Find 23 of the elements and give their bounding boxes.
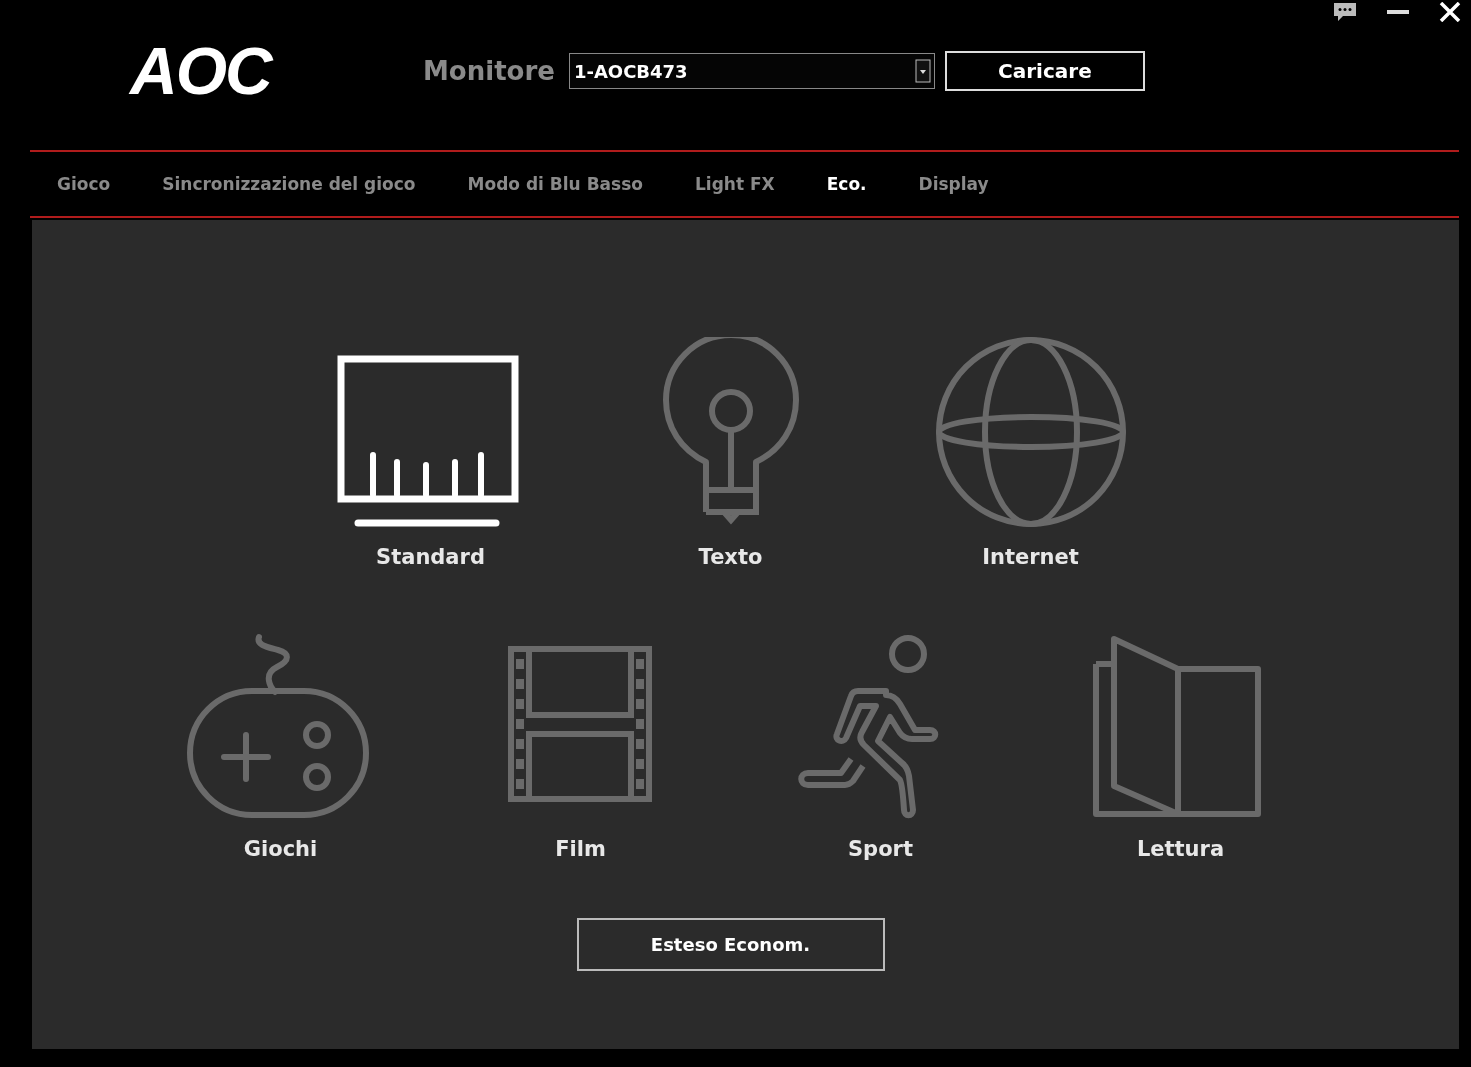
tab[interactable]: Light FX <box>695 174 775 194</box>
minimize-icon[interactable] <box>1387 9 1409 15</box>
monitor-dropdown[interactable]: 1-AOCB473 <box>568 53 935 89</box>
tab[interactable]: Sincronizzazione del gioco <box>162 174 416 194</box>
logo: AOC <box>130 43 273 99</box>
globe-icon[interactable] <box>935 337 1126 527</box>
mode-label[interactable]: Lettura <box>1136 837 1225 861</box>
mode-label[interactable]: Standard <box>376 545 485 569</box>
tab[interactable]: Eco. <box>826 174 867 194</box>
mode-label[interactable]: Texto <box>698 545 763 569</box>
load-button[interactable]: Caricare <box>944 51 1145 91</box>
mode-label[interactable]: Film <box>555 837 606 861</box>
close-icon[interactable] <box>1439 2 1461 22</box>
tab[interactable]: Modo di Blu Basso <box>467 174 643 194</box>
mode-label[interactable]: Sport <box>848 837 913 861</box>
mode-label[interactable]: Giochi <box>243 837 318 861</box>
tab[interactable]: Display <box>918 174 989 194</box>
monitor-label: Monitore <box>423 56 555 86</box>
chat-icon[interactable] <box>1333 2 1357 22</box>
dropdown-caret-icon <box>914 59 931 83</box>
extended-eco-button[interactable]: Esteso Econom. <box>576 918 885 971</box>
mode-label[interactable]: Internet <box>982 545 1079 569</box>
tab[interactable]: Gioco <box>57 174 111 194</box>
